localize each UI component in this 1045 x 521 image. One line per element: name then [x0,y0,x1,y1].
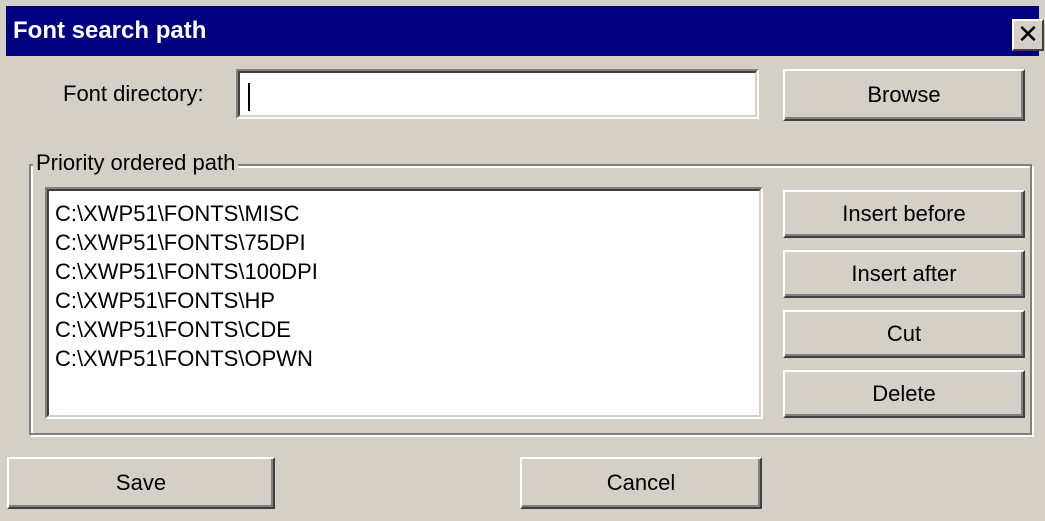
window-title: Font search path [13,17,207,44]
delete-button[interactable]: Delete [783,370,1025,418]
path-list-item[interactable]: C:\XWP51\FONTS\75DPI [55,228,318,257]
browse-button[interactable]: Browse [783,69,1025,121]
save-button[interactable]: Save [7,457,275,509]
priority-path-listbox[interactable]: C:\XWP51\FONTS\MISC C:\XWP51\FONTS\75DPI… [45,187,763,419]
close-icon: ✕ [1017,19,1039,49]
browse-button-label: Browse [867,82,941,107]
priority-path-legend: Priority ordered path [33,150,239,176]
path-list-item[interactable]: C:\XWP51\FONTS\CDE [55,315,318,344]
insert-after-button-label: Insert after [851,261,957,286]
text-caret [248,83,250,111]
path-list-item[interactable]: C:\XWP51\FONTS\OPWN [55,344,318,373]
save-button-label: Save [115,470,167,495]
path-list-item[interactable]: C:\XWP51\FONTS\MISC [55,199,318,228]
cancel-button-label: Cancel [606,470,676,495]
cut-button[interactable]: Cut [783,310,1025,358]
path-list-item[interactable]: C:\XWP51\FONTS\HP [55,286,318,315]
close-button[interactable]: ✕ [1012,19,1044,51]
font-directory-input[interactable] [236,69,759,119]
path-list: C:\XWP51\FONTS\MISC C:\XWP51\FONTS\75DPI… [55,199,318,373]
cut-button-label: Cut [886,321,922,346]
delete-button-label: Delete [872,381,936,406]
insert-before-button-label: Insert before [842,201,966,226]
insert-before-button[interactable]: Insert before [783,190,1025,238]
insert-after-button[interactable]: Insert after [783,250,1025,298]
path-list-item[interactable]: C:\XWP51\FONTS\100DPI [55,257,318,286]
font-search-path-dialog: Font search path ✕ Font directory: Brows… [0,0,1045,521]
title-bar[interactable]: Font search path ✕ [6,6,1044,56]
cancel-button[interactable]: Cancel [520,457,762,509]
font-directory-label: Font directory: [63,81,204,106]
